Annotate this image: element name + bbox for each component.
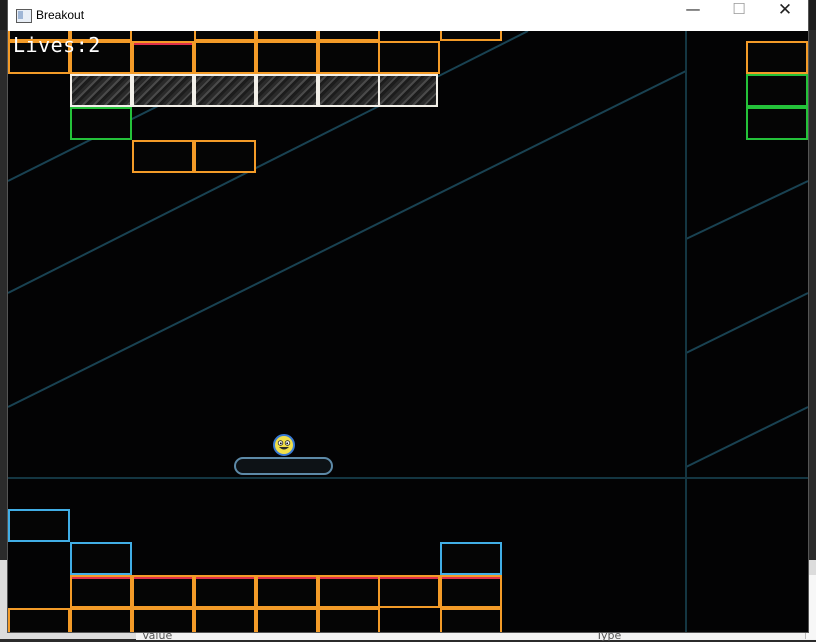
brick: [70, 608, 132, 632]
minimize-button[interactable]: —: [670, 0, 716, 31]
brick: [746, 107, 808, 140]
solid-brick: [378, 74, 438, 107]
solid-brick: [70, 74, 132, 107]
brick: [70, 575, 132, 608]
brick: [70, 107, 132, 140]
lives-counter: Lives:2: [13, 33, 101, 57]
brick: [378, 41, 440, 74]
breakout-window: Breakout — ☐ ✕ Lives:2: [8, 0, 808, 632]
brick: [256, 608, 318, 632]
brick: [194, 41, 256, 74]
brick: [132, 608, 194, 632]
solid-brick: [194, 74, 256, 107]
brick: [194, 608, 256, 632]
brick: [318, 608, 380, 632]
brick: [440, 31, 502, 41]
brick: [8, 509, 70, 542]
brick: [132, 575, 194, 608]
brick: [70, 542, 132, 575]
brick: [440, 542, 502, 575]
title-bar[interactable]: Breakout — ☐ ✕: [8, 0, 808, 31]
paddle[interactable]: [234, 457, 333, 475]
close-button[interactable]: ✕: [762, 0, 808, 31]
window-title: Breakout: [36, 8, 85, 22]
brick: [318, 575, 380, 608]
brick: [318, 41, 380, 74]
smiley-face-icon: [273, 434, 295, 456]
brick: [746, 74, 808, 107]
brick: [256, 31, 318, 41]
brick: [318, 31, 380, 41]
solid-brick: [256, 74, 318, 107]
solid-brick: [318, 74, 380, 107]
brick: [440, 575, 502, 608]
brick: [8, 608, 70, 632]
brick: [746, 41, 808, 74]
brick: [378, 575, 440, 608]
brick: [132, 41, 194, 74]
maximize-button[interactable]: ☐: [716, 0, 762, 31]
app-icon: [16, 9, 32, 23]
brick: [194, 140, 256, 173]
brick: [132, 140, 194, 173]
brick: [440, 608, 502, 632]
brick: [256, 41, 318, 74]
brick: [194, 575, 256, 608]
game-canvas[interactable]: Lives:2: [8, 31, 808, 632]
brick: [256, 575, 318, 608]
solid-brick: [132, 74, 194, 107]
brick: [194, 31, 256, 41]
